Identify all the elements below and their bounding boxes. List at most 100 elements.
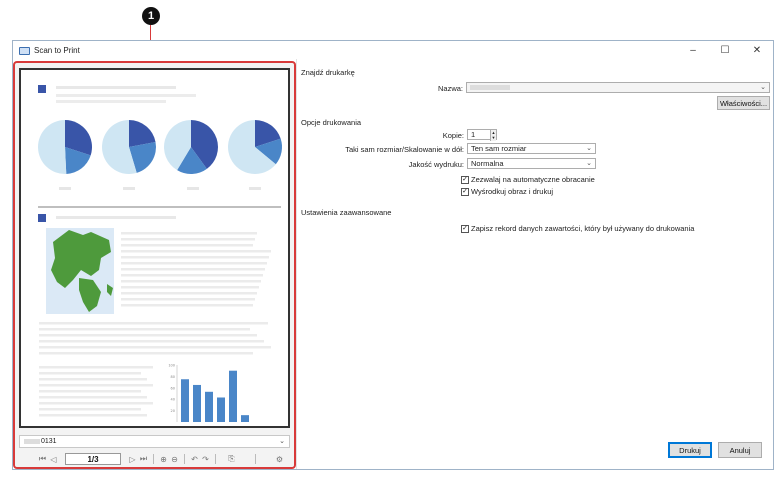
bar [217,397,225,422]
cancel-button[interactable]: Anuluj [718,442,762,458]
blurred-text-line [39,334,257,337]
settings-icon[interactable]: ⚙ [274,455,285,464]
blurred-text-line [121,298,255,301]
preview-toolbar: ⏮ ◁ 1/3 ▷ ⏭ ⊕ ⊖ ↶ ↷ ⎘ ⚙ [19,452,290,466]
blurred-label [187,187,199,190]
chevron-down-icon: ⌄ [586,145,592,152]
bar-chart-tick-label: 80 [171,375,175,379]
fit-page-icon[interactable]: ⎘ [226,454,237,464]
pie-slice [37,120,67,174]
blurred-label [249,187,261,190]
blurred-text-line [39,352,253,355]
blurred-text-line [39,402,153,405]
scaling-dropdown[interactable]: Ten sam rozmiar ⌄ [467,143,596,154]
file-name: 0131 [41,438,57,445]
print-quality-dropdown[interactable]: Normalna ⌄ [467,158,596,169]
blurred-text-line [121,280,261,283]
title-bar: Scan to Print – ☐ ✕ [13,41,773,59]
rotate-right-icon[interactable]: ↷ [200,455,211,464]
blurred-text [56,86,176,89]
preview-content: 100 80 60 40 20 [37,85,283,422]
center-image-label: Wyśrodkuj obraz i drukuj [471,187,554,196]
maximize-button[interactable]: ☐ [709,41,741,59]
chevron-down-icon: ⌄ [279,438,285,445]
world-map-image [46,228,114,314]
print-options-section-title: Opcje drukowania [301,118,362,127]
blurred-text-line [121,274,263,277]
minimize-button[interactable]: – [677,41,709,59]
file-selector-dropdown[interactable]: 0131 ⌄ [19,435,290,448]
bar [229,370,237,422]
blurred-text [56,100,166,103]
print-quality-value: Normalna [471,159,504,168]
page-number-input[interactable]: 1/3 [65,453,121,465]
blurred-text-line [39,396,147,399]
zoom-in-icon[interactable]: ⊕ [158,455,169,464]
blurred-text-line [39,384,153,387]
blurred-text-line [121,232,257,235]
blurred-text-line [39,340,264,343]
blurred-filename-prefix [24,439,40,444]
window-title: Scan to Print [34,45,80,55]
blurred-text-line [121,292,257,295]
bar-chart-tick-label: 20 [171,409,175,413]
blurred-text-line [121,256,269,259]
pie-charts [37,120,283,174]
blurred-text-line [39,414,147,417]
blurred-text-line [121,238,255,241]
blurred-text-line [39,346,271,349]
blurred-text-line [121,286,259,289]
bar-chart-tick-label: 40 [171,398,175,402]
scaling-value: Ten sam rozmiar [471,144,527,153]
blurred-label [123,187,135,190]
blurred-text-line [121,268,265,271]
blurred-printer-name [470,85,510,90]
copies-value: 1 [471,130,476,139]
bar-chart-tick-label: 60 [171,386,175,390]
blurred-text [56,216,176,219]
auto-rotate-checkbox[interactable]: ✓ Zezwalaj na automatyczne obracanie [461,175,595,184]
blurred-text-line [121,262,267,265]
panel-divider [296,59,297,469]
first-page-icon[interactable]: ⏮ [37,454,48,464]
section-marker-2 [38,214,46,222]
toolbar-separator [255,454,256,464]
preview-panel: 100 80 60 40 20 0131 ⌄ ⏮ ◁ 1/3 ▷ ⏭ ⊕ ⊖ ↶ ↷ ⎘… [13,61,296,469]
bar [241,415,249,422]
blurred-text-line [121,304,253,307]
printer-name-label: Nazwa: [437,84,463,93]
blurred-text-line [39,328,250,331]
rotate-left-icon[interactable]: ↶ [189,455,200,464]
blurred-text-line [121,244,253,247]
toolbar-separator [215,454,216,464]
save-record-checkbox[interactable]: ✓ Zapisz rekord danych zawartości, który… [461,224,694,233]
advanced-settings-section-title: Ustawienia zaawansowane [301,208,392,217]
center-image-checkbox[interactable]: ✓ Wyśrodkuj obraz i drukuj [461,187,553,196]
scaling-label: Taki sam rozmiar/Skalowanie w dół: [345,145,464,154]
blurred-text-line [39,366,153,369]
last-page-icon[interactable]: ⏭ [138,454,149,464]
bar-chart-tick-label: 100 [168,364,175,368]
blurred-text [56,94,196,97]
print-quality-label: Jakość wydruku: [408,160,464,169]
next-page-icon[interactable]: ▷ [127,455,138,464]
spinner-arrows-icon[interactable]: ▲ ▼ [490,130,496,141]
properties-button[interactable]: Właściwości... [717,96,770,110]
bar [205,391,213,422]
prev-page-icon[interactable]: ◁ [48,455,59,464]
blurred-text-line [39,372,141,375]
close-button[interactable]: ✕ [741,41,773,59]
bar-chart: 100 80 60 40 20 [168,364,249,422]
chevron-down-icon: ⌄ [760,84,766,91]
print-button[interactable]: Drukuj [668,442,712,458]
document-preview-page: 100 80 60 40 20 [19,68,290,428]
checkmark-icon: ✓ [461,175,469,184]
section-marker-1 [38,85,46,93]
copies-stepper[interactable]: 1 ▲ ▼ [467,129,497,141]
find-printer-section-title: Znajdź drukarkę [301,68,355,77]
blurred-text-line [39,378,147,381]
save-record-label: Zapisz rekord danych zawartości, który b… [471,224,695,233]
blurred-text-line [39,322,268,325]
printer-name-dropdown[interactable]: ⌄ [466,82,770,93]
zoom-out-icon[interactable]: ⊖ [169,455,180,464]
